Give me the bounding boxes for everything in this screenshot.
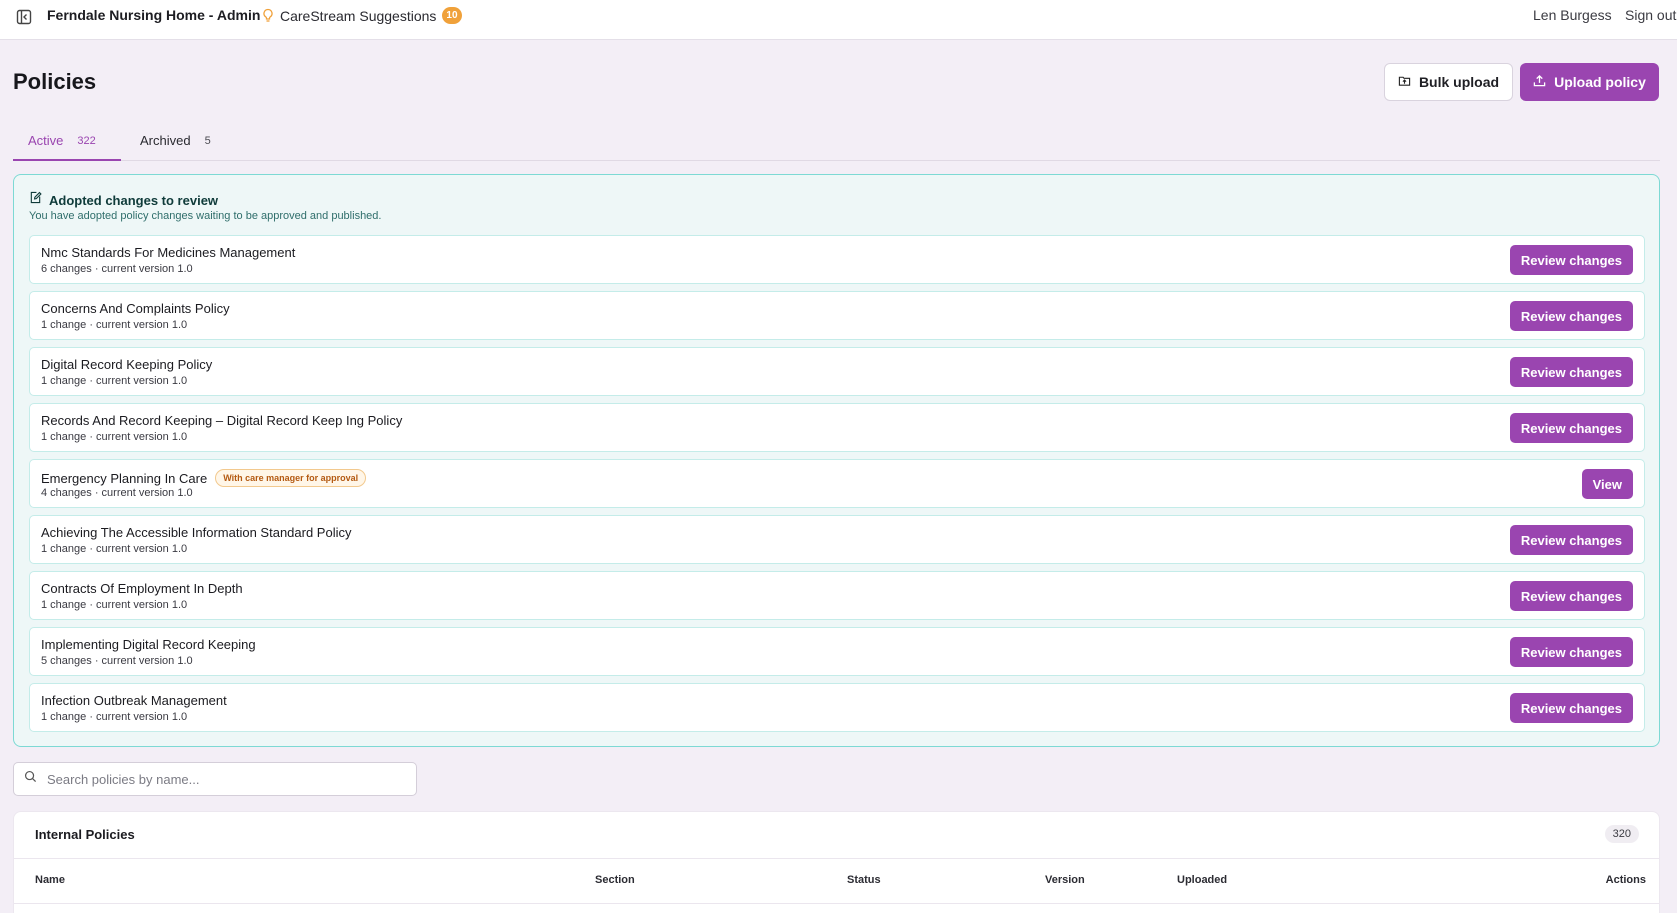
policy-tabs: Active 322 Archived 5: [13, 124, 1660, 161]
column-header-name[interactable]: Name: [35, 874, 65, 886]
divider: [14, 858, 1659, 859]
adopted-changes-panel: Adopted changes to review You have adopt…: [13, 174, 1660, 747]
sidebar-toggle-icon[interactable]: [15, 8, 33, 26]
search-icon: [24, 770, 37, 788]
policy-name: Records And Record Keeping – Digital Rec…: [41, 413, 403, 428]
bulk-upload-label: Bulk upload: [1418, 74, 1500, 90]
list-item: Contracts Of Employment In Depth 1 chang…: [29, 571, 1645, 620]
internal-policies-title: Internal Policies: [35, 827, 135, 842]
policy-name: Achieving The Accessible Information Sta…: [41, 525, 352, 540]
list-item: Emergency Planning In Care With care man…: [29, 459, 1645, 508]
tab-active[interactable]: Active 322: [13, 124, 121, 161]
policy-name: Infection Outbreak Management: [41, 693, 227, 708]
policy-meta: 4 changes · current version 1.0: [41, 487, 193, 499]
list-item: Records And Record Keeping – Digital Rec…: [29, 403, 1645, 452]
search-box: [13, 762, 417, 796]
policy-name: Nmc Standards For Medicines Management: [41, 245, 296, 260]
policy-meta: 1 change · current version 1.0: [41, 375, 188, 387]
lightbulb-icon: [262, 8, 274, 24]
upload-policy-button[interactable]: Upload policy: [1520, 63, 1659, 101]
sign-out-link[interactable]: Sign out: [1625, 7, 1676, 23]
status-badge: With care manager for approval: [215, 469, 367, 487]
page-title: Policies: [13, 69, 97, 94]
list-item: Concerns And Complaints Policy 1 change …: [29, 291, 1645, 340]
policy-meta: 1 change · current version 1.0: [41, 711, 188, 723]
internal-policies-count: 320: [1604, 825, 1639, 843]
carestream-suggestions-link[interactable]: CareStream Suggestions 10: [262, 7, 462, 24]
list-item: Infection Outbreak Management 1 change ·…: [29, 683, 1645, 732]
list-item: Digital Record Keeping Policy 1 change ·…: [29, 347, 1645, 396]
app-title: Ferndale Nursing Home - Admin: [47, 7, 261, 23]
tab-active-label: Active: [28, 133, 64, 148]
column-header-status[interactable]: Status: [847, 874, 881, 886]
column-header-uploaded[interactable]: Uploaded: [1177, 874, 1227, 886]
tab-archived-label: Archived: [140, 133, 191, 148]
policy-meta: 5 changes · current version 1.0: [41, 655, 193, 667]
view-button[interactable]: View: [1581, 469, 1633, 499]
top-bar: Ferndale Nursing Home - Admin CareStream…: [0, 0, 1677, 40]
policy-meta: 1 change · current version 1.0: [41, 599, 188, 611]
review-changes-button[interactable]: Review changes: [1509, 693, 1633, 723]
review-changes-button[interactable]: Review changes: [1509, 301, 1633, 331]
policy-meta: 1 change · current version 1.0: [41, 319, 188, 331]
policy-name: Emergency Planning In Care: [41, 470, 208, 486]
policy-name: Contracts Of Employment In Depth: [41, 581, 243, 596]
list-item: Implementing Digital Record Keeping 5 ch…: [29, 627, 1645, 676]
edit-document-icon: [29, 191, 42, 209]
column-header-actions: Actions: [1605, 874, 1646, 886]
tab-archived-count: 5: [204, 135, 211, 147]
policy-meta: 1 change · current version 1.0: [41, 431, 188, 443]
review-changes-button[interactable]: Review changes: [1509, 413, 1633, 443]
suggestions-count-badge: 10: [442, 7, 462, 24]
policy-meta: 1 change · current version 1.0: [41, 543, 188, 555]
bulk-upload-button[interactable]: Bulk upload: [1384, 63, 1513, 101]
adopted-changes-header: Adopted changes to review: [29, 191, 218, 209]
review-changes-button[interactable]: Review changes: [1509, 357, 1633, 387]
policy-name: Implementing Digital Record Keeping: [41, 637, 256, 652]
column-header-version[interactable]: Version: [1045, 874, 1085, 886]
upload-policy-label: Upload policy: [1554, 74, 1646, 90]
search-input[interactable]: [47, 771, 387, 787]
review-changes-button[interactable]: Review changes: [1509, 637, 1633, 667]
suggestions-label: CareStream Suggestions: [280, 7, 437, 24]
policy-name: Concerns And Complaints Policy: [41, 301, 230, 316]
tab-archived[interactable]: Archived 5: [140, 124, 211, 161]
folder-upload-icon: [1398, 74, 1411, 90]
list-item: Nmc Standards For Medicines Management 6…: [29, 235, 1645, 284]
internal-policies-card: Internal Policies 320 Name Section Statu…: [13, 811, 1660, 913]
adopted-changes-title: Adopted changes to review: [49, 192, 219, 208]
adopted-changes-subtitle: You have adopted policy changes waiting …: [29, 210, 382, 222]
adopted-changes-list: Nmc Standards For Medicines Management 6…: [29, 235, 1645, 739]
upload-icon: [1533, 74, 1546, 90]
review-changes-button[interactable]: Review changes: [1509, 525, 1633, 555]
list-item: Achieving The Accessible Information Sta…: [29, 515, 1645, 564]
user-name[interactable]: Len Burgess: [1533, 7, 1612, 23]
review-changes-button[interactable]: Review changes: [1509, 581, 1633, 611]
policy-meta: 6 changes · current version 1.0: [41, 263, 193, 275]
policy-name: Digital Record Keeping Policy: [41, 357, 213, 372]
column-header-section[interactable]: Section: [595, 874, 635, 886]
divider: [14, 903, 1659, 904]
tab-active-count: 322: [77, 135, 96, 147]
review-changes-button[interactable]: Review changes: [1509, 245, 1633, 275]
